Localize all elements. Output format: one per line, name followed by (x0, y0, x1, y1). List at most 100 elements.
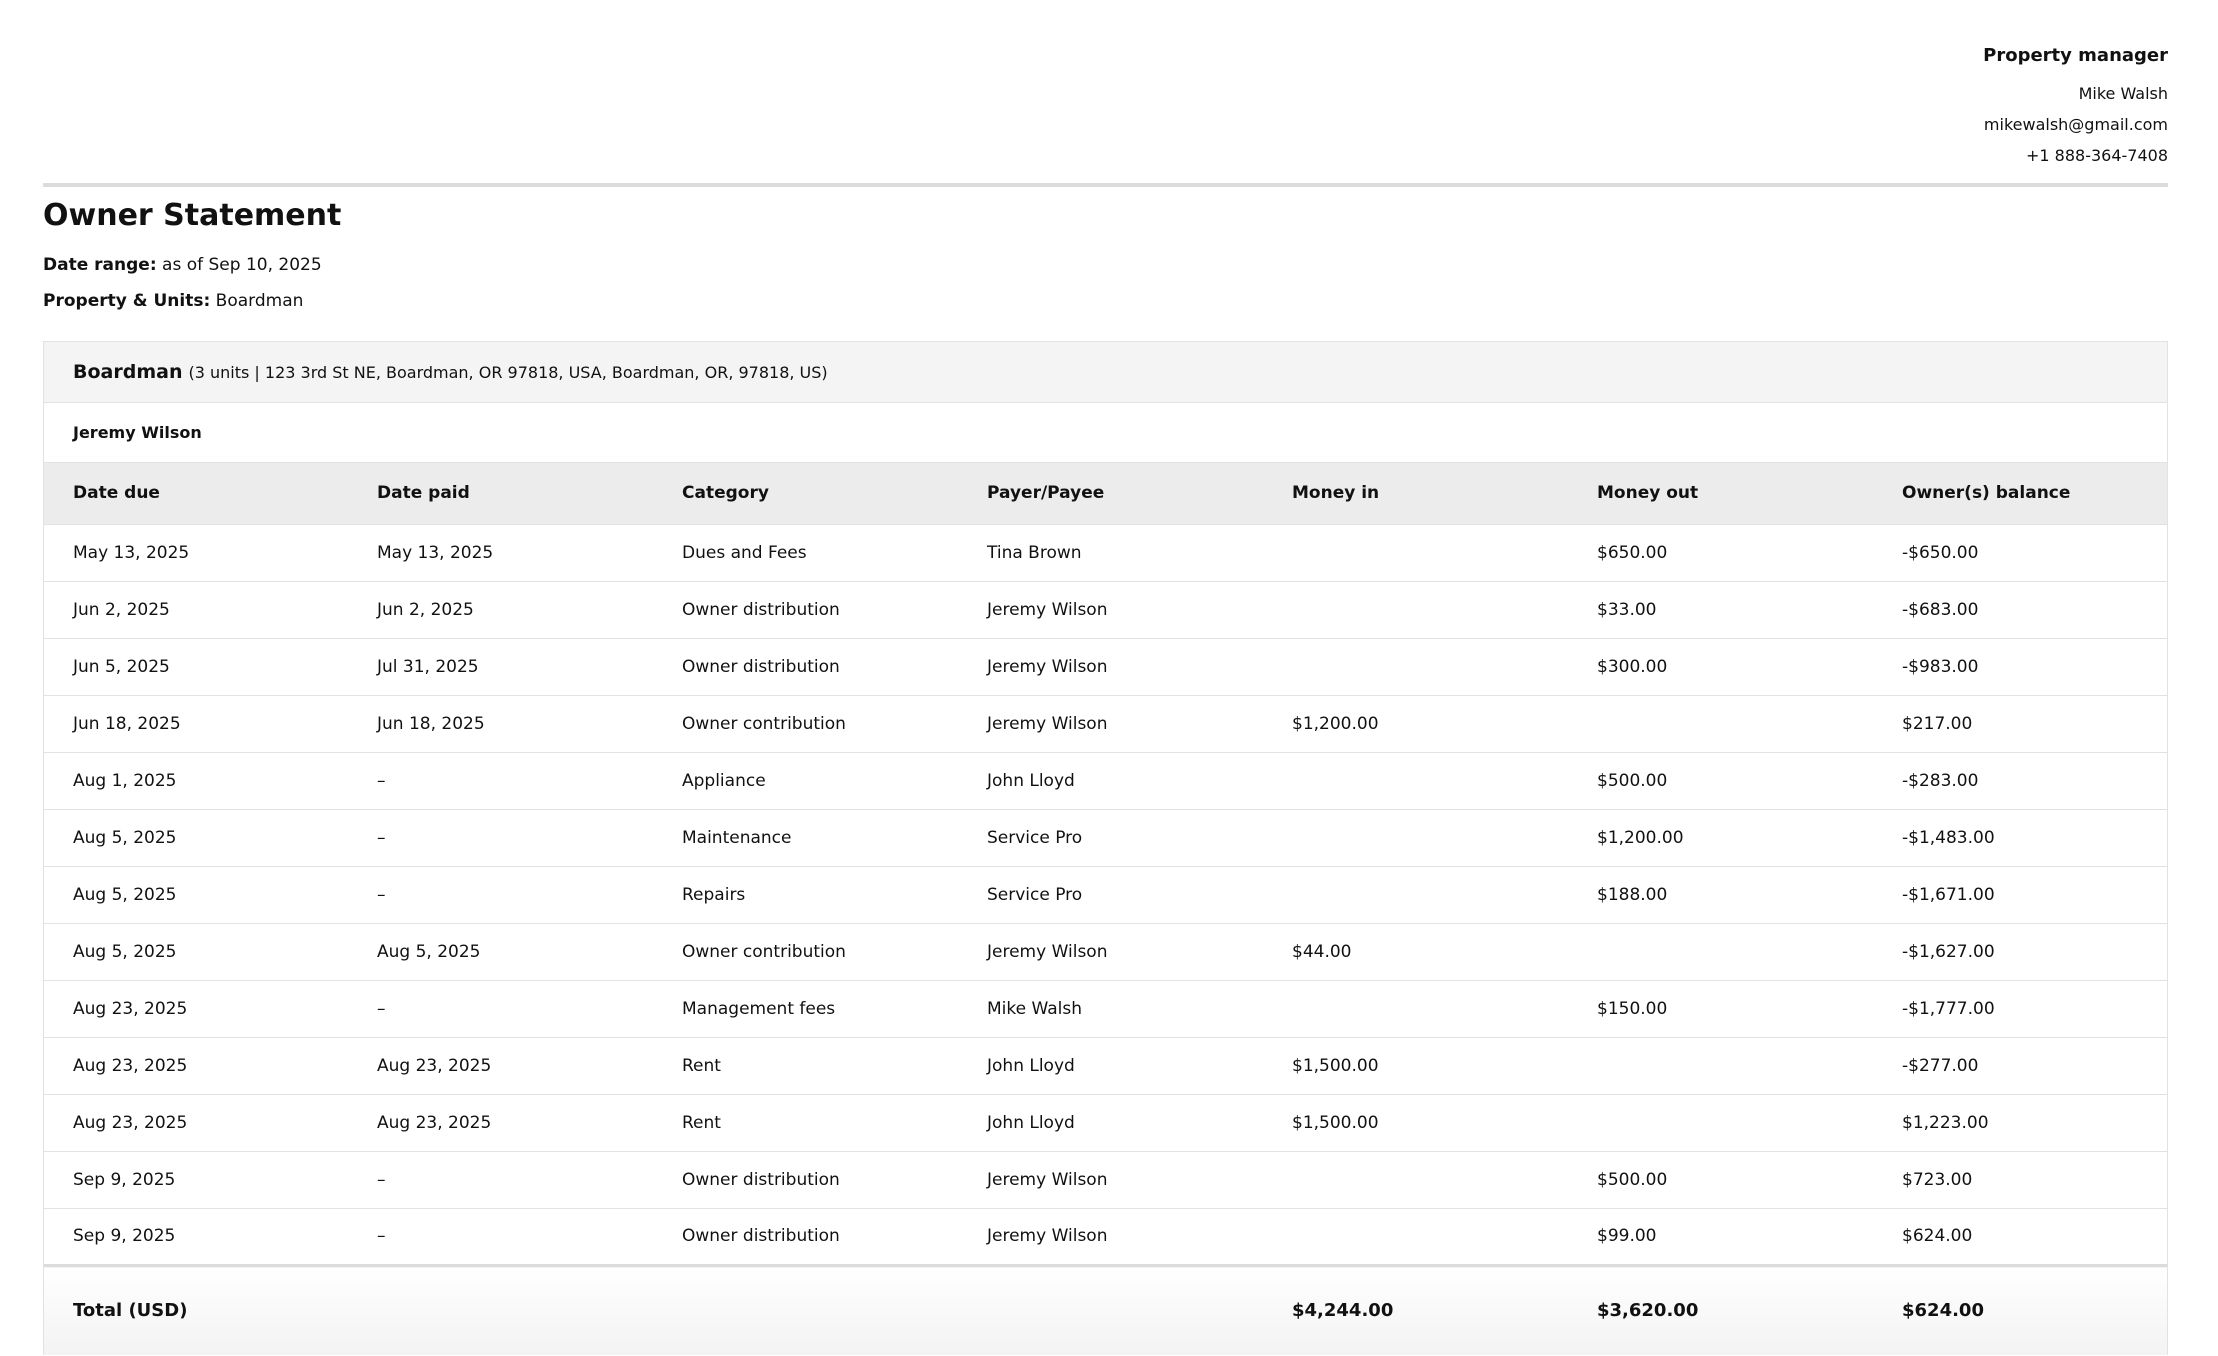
table-header-row: Date due Date paid Category Payer/Payee … (44, 463, 2167, 524)
cell-category: Owner distribution (682, 599, 840, 620)
cell-date-due: Aug 5, 2025 (73, 884, 177, 905)
cell-date-paid: May 13, 2025 (377, 542, 494, 563)
cell-money-in: $44.00 (1292, 941, 1352, 962)
total-money-out: $3,620.00 (1597, 1300, 1699, 1322)
cell-category: Rent (682, 1055, 721, 1076)
table-row: Sep 9, 2025 – Owner distribution Jeremy Wil… (44, 1208, 2167, 1265)
cell-payer-payee: Jeremy Wilson (987, 656, 1108, 677)
cell-date-due: Jun 5, 2025 (73, 656, 170, 677)
cell-category: Owner distribution (682, 656, 840, 677)
cell-date-due: Jun 2, 2025 (73, 599, 170, 620)
owner-statement-page: Property manager Mike Walsh mikewalsh@gm… (43, 0, 2168, 1356)
cell-date-paid: – (377, 827, 386, 848)
statement-table-section: Boardman (3 units | 123 3rd St NE, Board… (43, 341, 2168, 1355)
cell-category: Owner distribution (682, 1226, 840, 1246)
cell-payer-payee: Service Pro (987, 884, 1083, 905)
table-row: Aug 23, 2025 Aug 23, 2025 Rent John Lloyd $1… (44, 1094, 2167, 1151)
table-row: Aug 23, 2025 – Management fees Mike Walsh $1… (44, 980, 2167, 1037)
property-header: Boardman (3 units | 123 3rd St NE, Board… (44, 342, 2167, 403)
cell-date-paid: Aug 23, 2025 (377, 1112, 492, 1133)
manager-name: Mike Walsh (2078, 84, 2168, 103)
cell-money-in (1263, 809, 1568, 866)
cell-money-out: $33.00 (1597, 599, 1657, 620)
property-name: Boardman (73, 361, 183, 383)
total-cell-empty (653, 1265, 958, 1355)
cell-money-out (1568, 695, 1873, 752)
cell-money-in: $1,500.00 (1292, 1112, 1379, 1133)
total-cell-empty (958, 1265, 1263, 1355)
cell-payer-payee: Jeremy Wilson (987, 1169, 1108, 1190)
cell-date-due: Aug 5, 2025 (73, 941, 177, 962)
cell-owner-balance: -$1,627.00 (1902, 941, 1995, 962)
page-title: Owner Statement (43, 198, 342, 233)
property-manager-block: Property manager Mike Walsh mikewalsh@gm… (1983, 44, 2168, 171)
cell-money-in (1263, 1151, 1568, 1208)
cell-money-out (1568, 1094, 1873, 1151)
cell-payer-payee: Jeremy Wilson (987, 1226, 1108, 1246)
date-range-label: Date range: (43, 255, 157, 275)
cell-date-paid: Jun 18, 2025 (377, 713, 485, 734)
cell-date-paid: Aug 5, 2025 (377, 941, 481, 962)
cell-payer-payee: Jeremy Wilson (987, 599, 1108, 620)
cell-money-out: $500.00 (1597, 770, 1668, 791)
cell-payer-payee: Tina Brown (987, 542, 1082, 563)
cell-date-paid: Jun 2, 2025 (377, 599, 474, 620)
table-row: Jun 2, 2025 Jun 2, 2025 Owner distribution… (44, 581, 2167, 638)
cell-date-paid: – (377, 1226, 386, 1246)
cell-money-out: $150.00 (1597, 998, 1668, 1019)
cell-date-due: Aug 5, 2025 (73, 827, 177, 848)
cell-date-paid: – (377, 884, 386, 905)
table-row: Aug 23, 2025 Aug 23, 2025 Rent John Lloyd $1… (44, 1037, 2167, 1094)
cell-money-in (1263, 638, 1568, 695)
total-label: Total (USD) (73, 1300, 188, 1322)
cell-owner-balance: -$283.00 (1902, 770, 1979, 791)
cell-money-in: $1,500.00 (1292, 1055, 1379, 1076)
column-header-money-out: Money out (1597, 483, 1699, 504)
property-units-label: Property & Units: (43, 291, 211, 311)
date-range: Date range: as of Sep 10, 2025 (43, 253, 322, 277)
column-header-payer-payee: Payer/Payee (987, 483, 1105, 504)
cell-date-due: Aug 23, 2025 (73, 1055, 188, 1076)
cell-payer-payee: John Lloyd (987, 1112, 1075, 1133)
cell-owner-balance: $723.00 (1902, 1169, 1973, 1190)
cell-money-in: $1,200.00 (1292, 713, 1379, 734)
cell-category: Owner contribution (682, 941, 846, 962)
cell-date-due: Aug 23, 2025 (73, 998, 188, 1019)
cell-date-paid: Aug 23, 2025 (377, 1055, 492, 1076)
cell-money-in (1263, 866, 1568, 923)
cell-category: Rent (682, 1112, 721, 1133)
cell-money-out: $1,200.00 (1597, 827, 1684, 848)
property-units: Property & Units: Boardman (43, 289, 303, 313)
property-units-value: Boardman (215, 291, 304, 311)
cell-category: Owner distribution (682, 1169, 840, 1190)
cell-date-paid: – (377, 998, 386, 1019)
owner-name: Jeremy Wilson (44, 403, 2167, 463)
cell-date-due: Aug 23, 2025 (73, 1112, 188, 1133)
cell-owner-balance: $624.00 (1902, 1226, 1973, 1246)
cell-owner-balance: $217.00 (1902, 713, 1973, 734)
table-row: Aug 5, 2025 – Maintenance Service Pro $1,200… (44, 809, 2167, 866)
cell-date-due: Jun 18, 2025 (73, 713, 181, 734)
cell-money-in (1263, 1208, 1568, 1265)
cell-category: Dues and Fees (682, 542, 807, 563)
total-cell-empty (348, 1265, 653, 1355)
manager-phone: +1 888-364-7408 (2025, 146, 2168, 165)
cell-money-out: $99.00 (1597, 1226, 1657, 1246)
table-row: Aug 5, 2025 – Repairs Service Pro $188.00 -$1… (44, 866, 2167, 923)
cell-owner-balance: $1,223.00 (1902, 1112, 1989, 1133)
cell-money-in (1263, 524, 1568, 581)
cell-date-paid: – (377, 770, 386, 791)
cell-category: Owner contribution (682, 713, 846, 734)
column-header-date-due: Date due (73, 483, 160, 504)
total-balance: $624.00 (1902, 1300, 1984, 1322)
cell-money-in (1263, 752, 1568, 809)
column-header-owner-balance: Owner(s) balance (1902, 483, 2071, 504)
cell-owner-balance: -$1,483.00 (1902, 827, 1995, 848)
cell-money-out: $650.00 (1597, 542, 1668, 563)
cell-payer-payee: Mike Walsh (987, 998, 1082, 1019)
cell-owner-balance: -$983.00 (1902, 656, 1979, 677)
table-row: Aug 5, 2025 Aug 5, 2025 Owner contribution… (44, 923, 2167, 980)
cell-date-due: May 13, 2025 (73, 542, 190, 563)
column-header-category: Category (682, 483, 769, 504)
cell-date-paid: Jul 31, 2025 (377, 656, 479, 677)
